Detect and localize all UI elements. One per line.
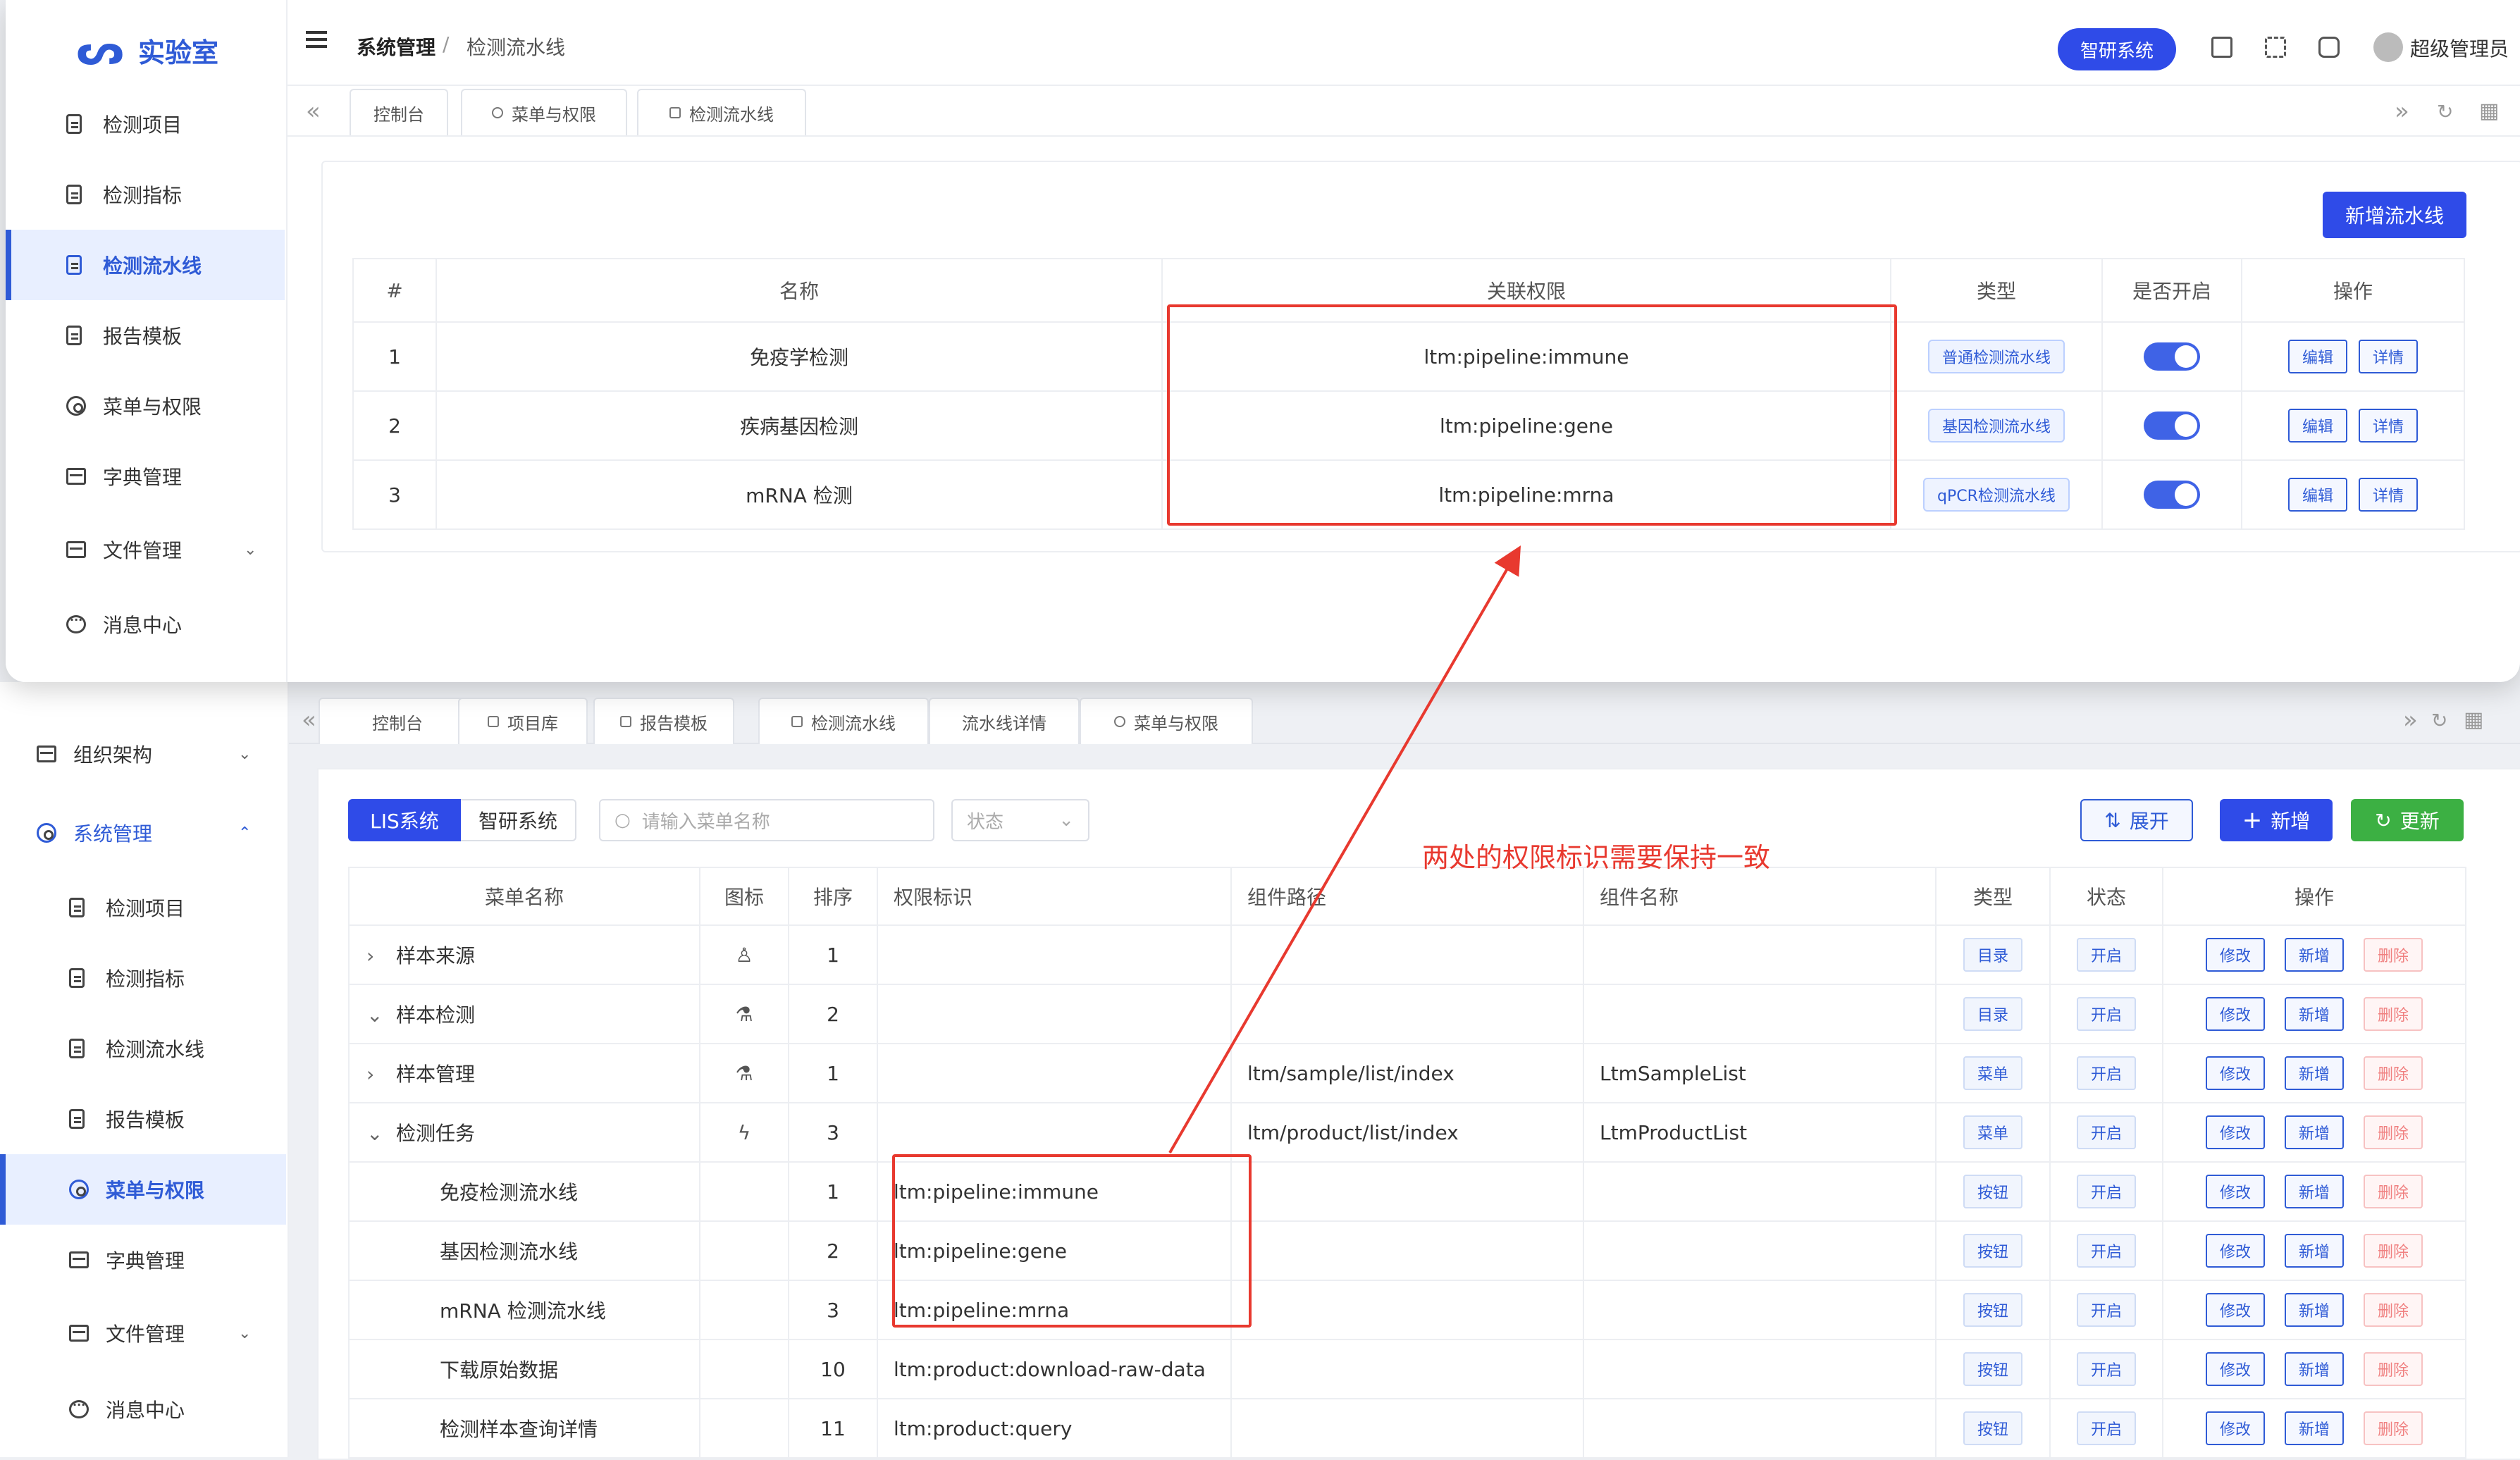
annotation-note: 两处的权限标识需要保持一致 [1422, 842, 1771, 873]
annotation-arrow [1168, 545, 1521, 1154]
